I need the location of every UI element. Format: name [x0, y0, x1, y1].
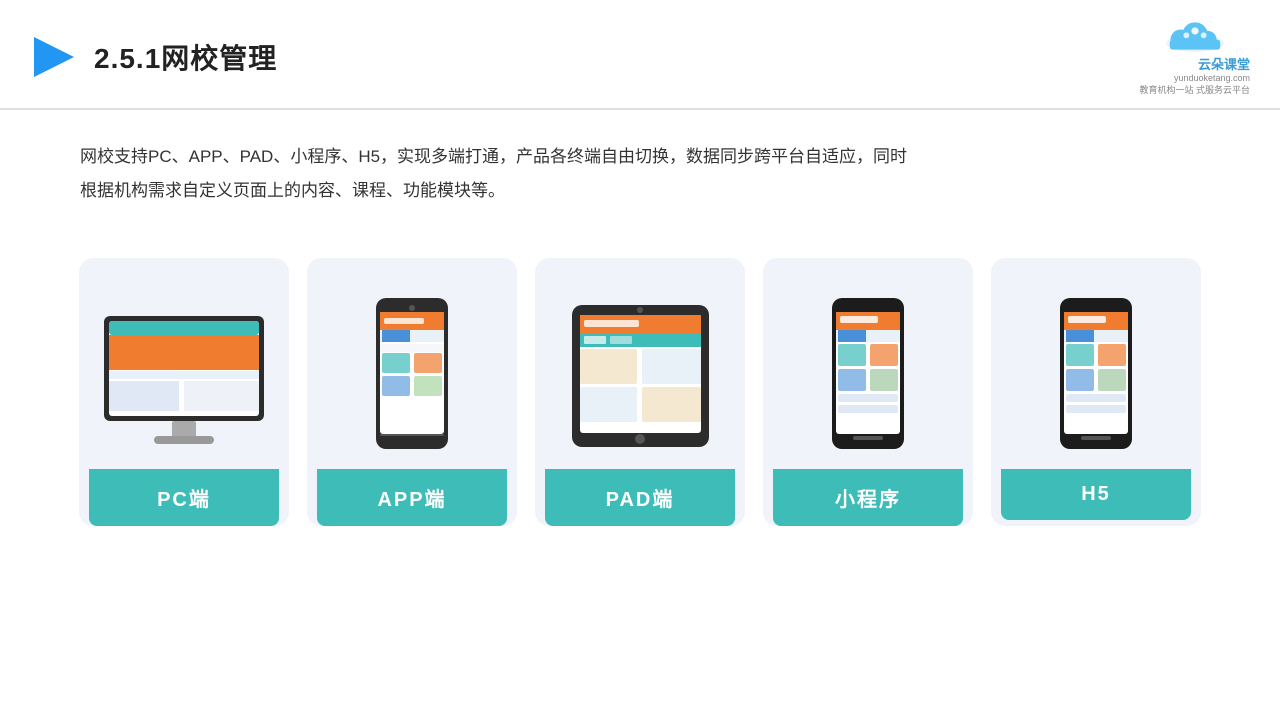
card-app: APP端 [307, 258, 517, 526]
card-pc: PC端 [79, 258, 289, 526]
pad-label: PAD端 [545, 469, 735, 526]
pc-image-area [89, 276, 279, 451]
logo-name: 云朵课堂 [1198, 54, 1250, 73]
miniapp-image-area [773, 276, 963, 451]
pc-monitor-icon [99, 311, 269, 451]
page-title: 2.5.1网校管理 [94, 37, 277, 77]
logo-url: yunduoketang.com [1174, 73, 1250, 83]
pc-label: PC端 [89, 469, 279, 526]
header: 2.5.1网校管理 云朵课堂 yunduoketang.com 教育机构一站 式… [0, 0, 1280, 110]
logo-area: 云朵课堂 yunduoketang.com 教育机构一站 式服务云平台 [1139, 18, 1250, 96]
app-image-area [317, 276, 507, 451]
h5-phone-icon [1056, 296, 1136, 451]
description-text: 网校支持PC、APP、PAD、小程序、H5，实现多端打通，产品各终端自由切换，数… [0, 110, 980, 218]
app-label: APP端 [317, 469, 507, 526]
pad-tablet-icon [568, 301, 713, 451]
h5-label: H5 [1001, 469, 1191, 520]
logo-tagline: 教育机构一站 式服务云平台 [1139, 83, 1250, 96]
pad-image-area [545, 276, 735, 451]
miniapp-label: 小程序 [773, 469, 963, 526]
app-phone-icon [372, 296, 452, 451]
miniapp-phone-icon [828, 296, 908, 451]
h5-image-area [1001, 276, 1191, 451]
card-miniapp: 小程序 [763, 258, 973, 526]
logo-icon [1155, 18, 1235, 54]
card-h5: H5 [991, 258, 1201, 526]
header-left: 2.5.1网校管理 [30, 33, 277, 81]
card-pad: PAD端 [535, 258, 745, 526]
cards-section: PC端 [0, 228, 1280, 526]
play-icon [30, 33, 78, 81]
